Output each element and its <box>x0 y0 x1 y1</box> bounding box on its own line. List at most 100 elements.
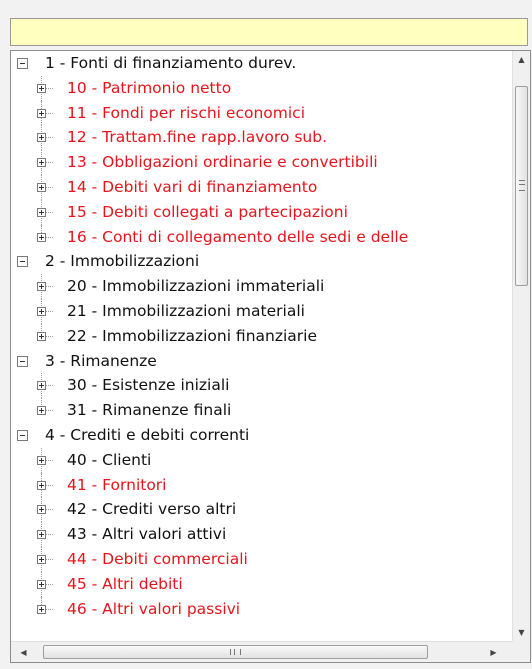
expand-icon[interactable] <box>37 158 46 168</box>
tree-item[interactable]: 10 - Patrimonio netto <box>11 75 512 101</box>
grip-icon <box>519 180 525 191</box>
expand-icon[interactable] <box>37 232 46 242</box>
tree-connector <box>46 583 53 585</box>
collapse-icon[interactable] <box>17 256 28 268</box>
tree-item-label: 13 - Obbligazioni ordinarie e convertibi… <box>67 153 378 172</box>
tree-connector <box>46 236 53 238</box>
tree-group[interactable]: 4 - Crediti e debiti correnti <box>11 423 512 448</box>
tree-item[interactable]: 14 - Debiti vari di finanziamento <box>11 174 512 200</box>
tree-item-label: 46 - Altri valori passivi <box>67 599 241 618</box>
tree-item-label: 10 - Patrimonio netto <box>67 78 232 97</box>
collapse-icon[interactable] <box>17 58 28 69</box>
tree-item[interactable]: 42 - Crediti verso altri <box>11 497 512 523</box>
tree-item[interactable]: 46 - Altri valori passivi <box>11 596 512 622</box>
expand-icon[interactable] <box>37 455 46 465</box>
tree-group[interactable]: 3 - Rimanenze <box>11 349 512 374</box>
tree-item-label: 31 - Rimanenze finali <box>67 401 232 420</box>
tree-item[interactable]: 22 - Immobilizzazioni finanziarie <box>11 323 512 349</box>
expand-icon[interactable] <box>37 282 46 292</box>
tree-connector <box>46 137 53 139</box>
expand-icon[interactable] <box>37 108 46 118</box>
tree-connector <box>46 87 53 89</box>
tree-item-label: 40 - Clienti <box>67 450 152 469</box>
tree-group-label: 4 - Crediti e debiti correnti <box>45 425 250 444</box>
horizontal-scrollbar[interactable]: ◀ ▶ <box>11 641 512 662</box>
horizontal-scroll-thumb[interactable] <box>43 645 428 659</box>
tree-item[interactable]: 13 - Obbligazioni ordinarie e convertibi… <box>11 150 512 175</box>
tree-connector <box>46 410 53 412</box>
expand-icon[interactable] <box>37 331 46 341</box>
grip-icon <box>230 649 241 655</box>
tree-item[interactable]: 16 - Conti di collegamento delle sedi e … <box>11 224 512 250</box>
tree-connector <box>46 211 53 213</box>
tree-item[interactable]: 15 - Debiti collegati a partecipazioni <box>11 199 512 225</box>
tree-item-label: 12 - Trattam.fine rapp.lavoro sub. <box>67 128 328 147</box>
tree-item-label: 21 - Immobilizzazioni materiali <box>67 301 305 320</box>
tree-connector <box>46 534 53 536</box>
expand-icon[interactable] <box>37 207 46 217</box>
expand-icon[interactable] <box>37 406 46 416</box>
expand-icon[interactable] <box>37 579 46 589</box>
tree-connector <box>46 608 53 610</box>
tree-connector <box>46 509 53 511</box>
tree-item-label: 20 - Immobilizzazioni immateriali <box>67 277 325 296</box>
vertical-scrollbar[interactable]: ▲ ▼ <box>512 51 530 641</box>
tree-group[interactable]: 1 - Fonti di finanziamento durev. <box>11 51 512 76</box>
tree-group-label: 1 - Fonti di finanziamento durev. <box>45 54 297 72</box>
tree-item-label: 11 - Fondi per rischi economici <box>67 103 306 122</box>
tree-item[interactable]: 41 - Fornitori <box>11 472 512 498</box>
search-input[interactable] <box>10 18 528 46</box>
tree-connector <box>46 112 53 114</box>
tree-item-label: 16 - Conti di collegamento delle sedi e … <box>67 227 409 246</box>
tree-item[interactable]: 43 - Altri valori attivi <box>11 522 512 547</box>
tree-item-label: 43 - Altri valori attivi <box>67 525 227 544</box>
arrow-left-icon[interactable]: ◀ <box>15 644 32 661</box>
tree-item-label: 41 - Fornitori <box>67 475 167 494</box>
scrollbar-corner <box>512 641 530 662</box>
tree-group-label: 2 - Immobilizzazioni <box>45 252 200 271</box>
tree-content: 1 - Fonti di finanziamento durev. 10 - Pa… <box>11 51 512 641</box>
tree-connector <box>46 335 53 337</box>
tree-item-label: 22 - Immobilizzazioni finanziarie <box>67 326 317 345</box>
tree-item[interactable]: 31 - Rimanenze finali <box>11 398 512 423</box>
tree-item[interactable]: 30 - Esistenze iniziali <box>11 373 512 399</box>
tree-item[interactable]: 21 - Immobilizzazioni materiali <box>11 298 512 324</box>
tree-item-label: 42 - Crediti verso altri <box>67 500 237 519</box>
tree-item-label: 30 - Esistenze iniziali <box>67 376 230 395</box>
expand-icon[interactable] <box>37 554 46 564</box>
tree-view[interactable]: 1 - Fonti di finanziamento durev. 10 - Pa… <box>10 50 531 663</box>
expand-icon[interactable] <box>37 182 46 192</box>
collapse-icon[interactable] <box>17 429 28 441</box>
tree-connector <box>46 186 53 188</box>
tree-item[interactable]: 40 - Clienti <box>11 447 512 473</box>
tree-group-label: 3 - Rimanenze <box>45 351 157 370</box>
expand-icon[interactable] <box>37 133 46 143</box>
expand-icon[interactable] <box>37 530 46 540</box>
expand-icon[interactable] <box>37 604 46 614</box>
tree-item[interactable]: 44 - Debiti commerciali <box>11 546 512 572</box>
tree-connector <box>46 459 53 461</box>
tree-connector <box>46 162 53 164</box>
tree-item-label: 44 - Debiti commerciali <box>67 549 248 568</box>
arrow-right-icon[interactable]: ▶ <box>485 644 502 661</box>
vertical-scroll-thumb[interactable] <box>515 86 528 286</box>
tree-item[interactable]: 11 - Fondi per rischi economici <box>11 100 512 126</box>
tree-item[interactable]: 12 - Trattam.fine rapp.lavoro sub. <box>11 125 512 151</box>
tree-connector <box>46 385 53 387</box>
collapse-icon[interactable] <box>17 355 28 367</box>
expand-icon[interactable] <box>37 505 46 515</box>
arrow-down-icon[interactable]: ▼ <box>513 624 530 641</box>
expand-icon[interactable] <box>37 480 46 490</box>
tree-item[interactable]: 45 - Altri debiti <box>11 571 512 597</box>
arrow-up-icon[interactable]: ▲ <box>513 51 530 68</box>
expand-icon[interactable] <box>37 306 46 316</box>
expand-icon[interactable] <box>37 381 46 391</box>
tree-item-label: 14 - Debiti vari di finanziamento <box>67 177 318 196</box>
tree-item[interactable]: 20 - Immobilizzazioni immateriali <box>11 274 512 299</box>
expand-icon[interactable] <box>37 83 46 93</box>
tree-connector <box>46 484 53 486</box>
tree-connector <box>46 310 53 312</box>
tree-group[interactable]: 2 - Immobilizzazioni <box>11 249 512 274</box>
tree-item-label: 15 - Debiti collegati a partecipazioni <box>67 202 348 221</box>
tree-item-label: 45 - Altri debiti <box>67 574 183 593</box>
